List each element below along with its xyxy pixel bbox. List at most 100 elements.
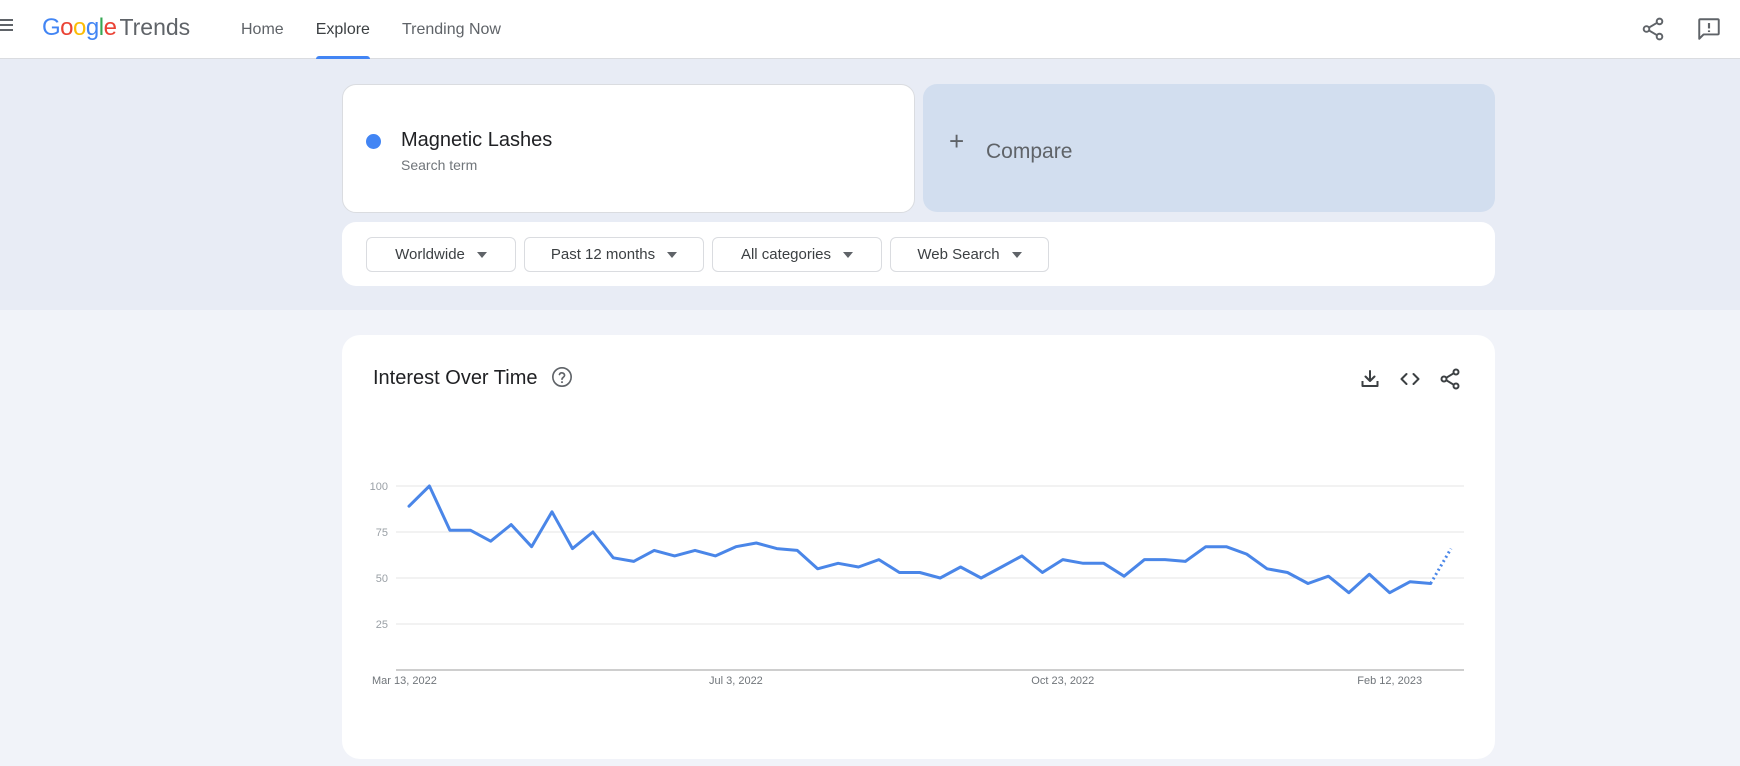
nav-explore-label: Explore xyxy=(315,20,370,38)
data-point xyxy=(876,557,882,563)
nav-trending-now[interactable]: Trending Now xyxy=(402,0,501,59)
data-point xyxy=(712,553,718,559)
filter-category[interactable]: All categories xyxy=(712,237,882,272)
filter-category-label: All categories xyxy=(740,246,832,263)
data-point xyxy=(1039,569,1045,575)
logo-letter: g xyxy=(85,14,99,41)
compare-label: Compare xyxy=(986,140,1073,163)
data-point xyxy=(590,529,596,535)
data-point xyxy=(937,575,943,581)
data-point xyxy=(999,564,1005,570)
data-point xyxy=(1285,569,1291,575)
nav-home[interactable]: Home xyxy=(241,0,284,59)
data-point xyxy=(1060,557,1066,563)
search-term-card[interactable]: Magnetic Lashes Search term xyxy=(342,84,915,213)
share-icon[interactable] xyxy=(1640,16,1666,42)
data-point xyxy=(958,564,964,570)
plus-icon: + xyxy=(949,126,965,156)
data-point xyxy=(1428,581,1434,587)
data-point xyxy=(753,540,759,546)
term-color-dot xyxy=(366,134,381,149)
data-point xyxy=(1203,544,1209,550)
data-point xyxy=(1142,557,1148,563)
search-term-subtitle: Search term xyxy=(401,157,478,173)
x-tick-label: Mar 13, 2022 xyxy=(372,675,437,687)
filter-type-label: Web Search xyxy=(917,246,1000,263)
data-point xyxy=(978,575,984,581)
filter-bar: Worldwide Past 12 months All categories … xyxy=(342,222,1495,286)
data-point xyxy=(569,546,575,552)
google-trends-logo[interactable]: Google Trends xyxy=(42,14,190,46)
data-point xyxy=(1080,560,1086,566)
logo-letter: e xyxy=(103,14,117,41)
data-point xyxy=(610,555,616,561)
data-point xyxy=(692,547,698,553)
data-point xyxy=(1019,553,1025,559)
y-tick-label: 100 xyxy=(370,481,388,493)
y-tick-label: 25 xyxy=(376,619,388,631)
data-point xyxy=(1366,571,1372,577)
data-point xyxy=(917,569,923,575)
data-point xyxy=(1182,558,1188,564)
compare-button[interactable]: + Compare xyxy=(923,84,1495,212)
nav-explore[interactable]: Explore xyxy=(315,0,371,59)
data-point xyxy=(835,560,841,566)
data-point xyxy=(1223,544,1229,550)
data-point xyxy=(1346,590,1352,596)
top-header: Google Trends Home Explore Trending Now xyxy=(0,0,1740,59)
data-point xyxy=(631,558,637,564)
menu-icon[interactable] xyxy=(0,19,13,33)
y-tick-label: 50 xyxy=(376,573,388,585)
data-point xyxy=(1121,573,1127,579)
x-tick-label: Jul 3, 2022 xyxy=(709,675,763,687)
data-point xyxy=(426,483,432,489)
dropdown-arrow-icon xyxy=(476,251,487,258)
data-point xyxy=(406,503,412,509)
search-term-name[interactable]: Magnetic Lashes xyxy=(401,129,552,152)
dropdown-arrow-icon xyxy=(1011,251,1022,258)
data-point xyxy=(1305,581,1311,587)
data-point xyxy=(1407,579,1413,585)
data-point xyxy=(672,553,678,559)
data-point xyxy=(549,509,555,515)
interest-over-time-card: Interest Over Time 25 50 75 100 Mar 13, 2022… xyxy=(342,335,1495,759)
data-point xyxy=(1244,551,1250,557)
x-tick-label: Oct 23, 2022 xyxy=(1031,675,1094,687)
data-point xyxy=(794,547,800,553)
filter-time-label: Past 12 months xyxy=(550,246,656,263)
data-point xyxy=(1387,590,1393,596)
filter-search-type[interactable]: Web Search xyxy=(890,237,1049,272)
data-point xyxy=(488,538,494,544)
data-point xyxy=(447,527,453,533)
data-point xyxy=(508,522,514,528)
filter-time-range[interactable]: Past 12 months xyxy=(524,237,704,272)
filter-location[interactable]: Worldwide xyxy=(366,237,516,272)
data-point xyxy=(467,527,473,533)
data-point xyxy=(529,544,535,550)
interest-line-chart[interactable]: 25 50 75 100 Mar 13, 2022 Jul 3, 2022 Oct 23, … xyxy=(342,335,1495,759)
dropdown-arrow-icon xyxy=(843,251,854,258)
data-point xyxy=(855,564,861,570)
logo-letter: o xyxy=(73,14,86,41)
logo-letter: o xyxy=(60,14,74,41)
dropdown-arrow-icon xyxy=(667,251,678,258)
data-point xyxy=(774,546,780,552)
logo-trends-word: Trends xyxy=(119,14,191,40)
logo-google-word: Google xyxy=(42,14,117,42)
logo-letter: G xyxy=(42,14,61,41)
data-point xyxy=(1101,560,1107,566)
nav-home-label: Home xyxy=(241,20,284,38)
data-point xyxy=(815,566,821,572)
data-point xyxy=(1325,573,1331,579)
data-point xyxy=(1264,566,1270,572)
x-tick-label: Feb 12, 2023 xyxy=(1357,675,1422,687)
feedback-icon[interactable] xyxy=(1696,16,1722,42)
data-point xyxy=(733,544,739,550)
data-point xyxy=(1162,557,1168,563)
y-tick-label: 75 xyxy=(376,527,388,539)
main-nav: Home Explore Trending Now xyxy=(241,0,533,59)
data-point xyxy=(651,547,657,553)
filter-location-label: Worldwide xyxy=(395,246,465,263)
data-point xyxy=(896,569,902,575)
nav-trending-label: Trending Now xyxy=(401,20,501,38)
